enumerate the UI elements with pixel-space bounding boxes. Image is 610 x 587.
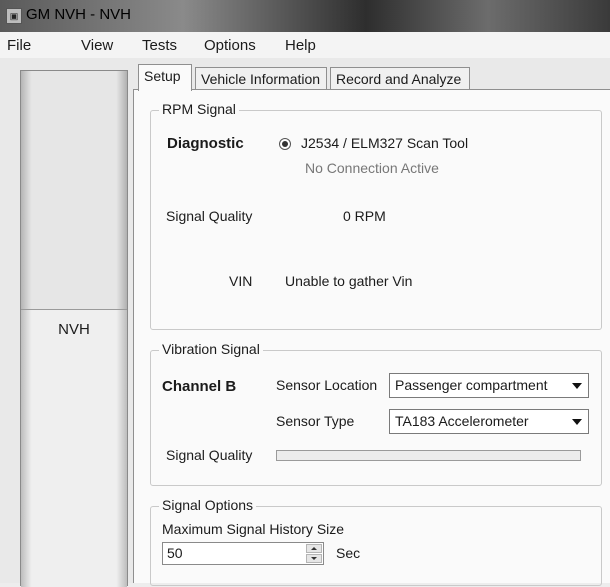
menu-bar: File View Tests Options Help xyxy=(0,32,610,58)
scan-tool-option-label[interactable]: J2534 / ELM327 Scan Tool xyxy=(301,135,468,151)
chevron-down-icon xyxy=(572,419,582,425)
channel-label: Channel B xyxy=(162,378,237,395)
signal-options-group: Signal Options Maximum Signal History Si… xyxy=(150,497,602,586)
menu-view[interactable]: View xyxy=(81,37,113,54)
sensor-location-value: Passenger compartment xyxy=(395,377,548,393)
rpm-value: 0 RPM xyxy=(343,208,386,224)
scan-tool-radio[interactable] xyxy=(279,138,291,150)
menu-help[interactable]: Help xyxy=(285,37,316,54)
vibration-signal-title: Vibration Signal xyxy=(159,341,263,357)
vibration-signal-quality-bar xyxy=(276,450,581,461)
sensor-type-dropdown[interactable]: TA183 Accelerometer xyxy=(389,409,589,434)
decrement-button[interactable] xyxy=(306,554,322,563)
tab-setup[interactable]: Setup xyxy=(138,64,192,91)
app-icon: ▣ xyxy=(6,8,22,24)
vibration-signal-quality-label: Signal Quality xyxy=(166,447,253,463)
rpm-signal-group: RPM Signal Diagnostic J2534 / ELM327 Sca… xyxy=(150,101,602,330)
sensor-type-value: TA183 Accelerometer xyxy=(395,413,529,429)
menu-tests[interactable]: Tests xyxy=(142,37,177,54)
menu-options[interactable]: Options xyxy=(204,37,256,54)
vibration-signal-group: Vibration Signal Channel B Sensor Locati… xyxy=(150,341,602,486)
history-size-unit: Sec xyxy=(336,545,361,561)
increment-button[interactable] xyxy=(306,544,322,553)
diagnostic-label: Diagnostic xyxy=(167,135,244,152)
window-title: GM NVH - NVH xyxy=(26,6,131,23)
left-navigation-pane[interactable]: NVH xyxy=(20,70,128,587)
setup-panel: RPM Signal Diagnostic J2534 / ELM327 Sca… xyxy=(133,89,610,586)
tab-record-and-analyze[interactable]: Record and Analyze xyxy=(330,67,470,89)
nav-button-nvh[interactable] xyxy=(21,309,127,587)
history-size-label: Maximum Signal History Size xyxy=(162,521,345,537)
history-size-value: 50 xyxy=(167,545,183,561)
sensor-type-label: Sensor Type xyxy=(276,413,355,429)
sensor-location-label: Sensor Location xyxy=(276,377,378,393)
menu-file[interactable]: File xyxy=(7,37,31,54)
nav-label-nvh: NVH xyxy=(58,321,90,338)
rpm-signal-title: RPM Signal xyxy=(159,101,239,117)
connection-status: No Connection Active xyxy=(305,160,439,176)
signal-options-title: Signal Options xyxy=(159,497,257,513)
sensor-location-dropdown[interactable]: Passenger compartment xyxy=(389,373,589,398)
vin-value: Unable to gather Vin xyxy=(285,273,413,289)
stepper-buttons xyxy=(306,544,322,563)
history-size-stepper[interactable]: 50 xyxy=(162,542,324,565)
tab-vehicle-information[interactable]: Vehicle Information xyxy=(195,67,327,89)
vin-label: VIN xyxy=(229,273,253,289)
chevron-down-icon xyxy=(572,383,582,389)
title-bar: ▣ GM NVH - NVH xyxy=(0,0,610,32)
rpm-signal-quality-label: Signal Quality xyxy=(166,208,253,224)
